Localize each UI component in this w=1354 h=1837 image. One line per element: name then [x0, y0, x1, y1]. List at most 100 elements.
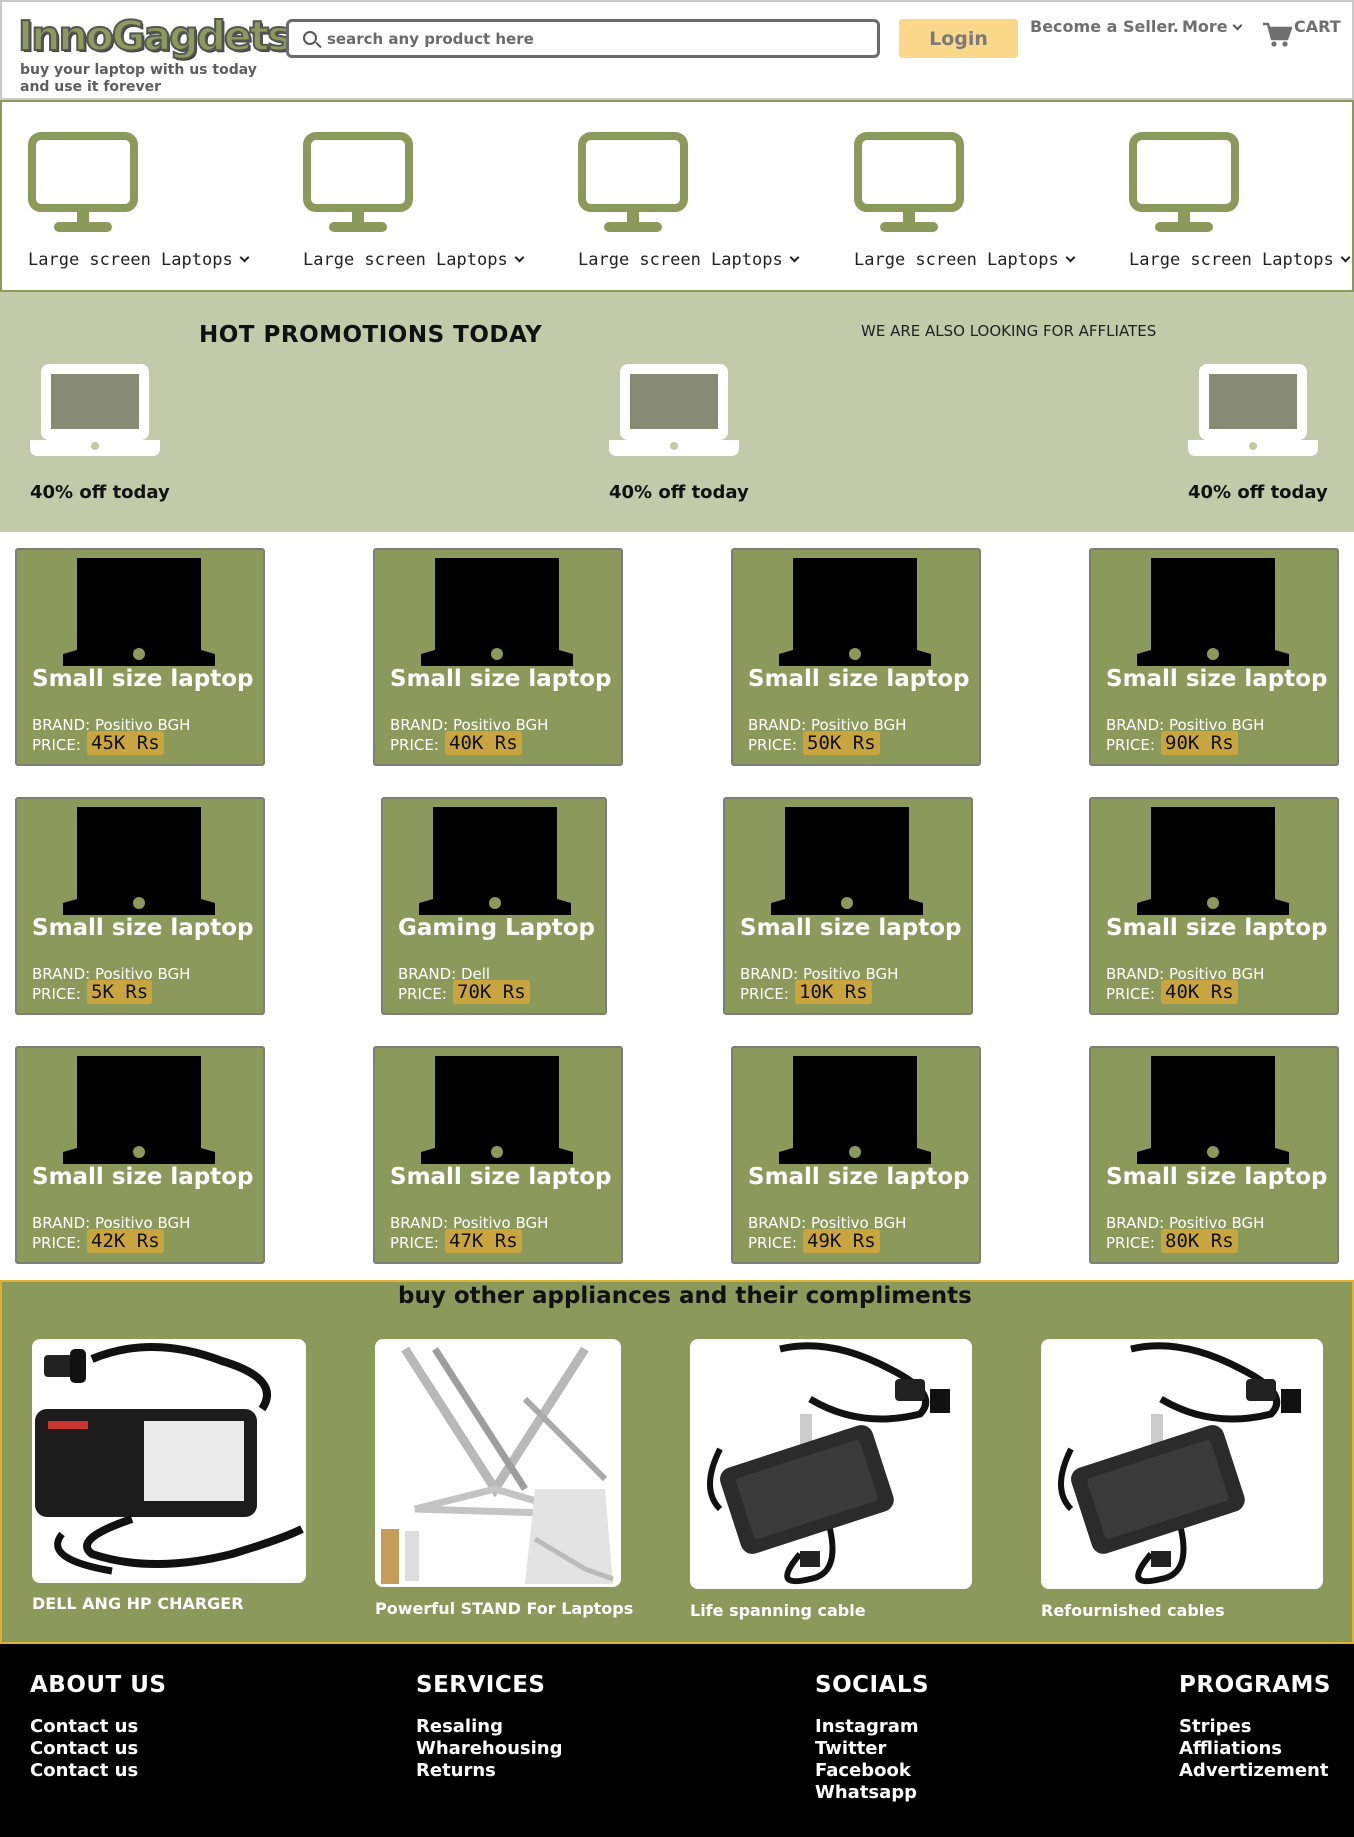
- price-label: PRICE:: [740, 985, 789, 1003]
- chevron-down-icon: [239, 252, 250, 263]
- product-title: Small size laptop: [1106, 915, 1328, 941]
- category-label[interactable]: Large screen Laptops: [854, 250, 1076, 270]
- laptop-icon: [421, 1056, 573, 1164]
- more-menu[interactable]: More: [1182, 17, 1243, 36]
- login-button[interactable]: Login: [899, 19, 1018, 58]
- product-title: Small size laptop: [1106, 666, 1328, 692]
- chevron-down-icon: [1065, 252, 1076, 263]
- product-card[interactable]: Small size laptop BRAND: Positivo BGH PR…: [1089, 1046, 1339, 1264]
- promo-text: 40% off today: [609, 482, 749, 503]
- product-price: 47K Rs: [445, 1229, 522, 1253]
- footer-link[interactable]: Contact us: [30, 1716, 167, 1738]
- appliance-caption: Powerful STAND For Laptops: [375, 1599, 634, 1618]
- become-seller-link[interactable]: Become a Seller.: [1030, 17, 1179, 36]
- product-card[interactable]: Small size laptop BRAND: Positivo BGH PR…: [373, 548, 623, 766]
- product-price: 90K Rs: [1161, 731, 1238, 755]
- price-label: PRICE:: [1106, 1234, 1155, 1252]
- category-item[interactable]: Large screen Laptops: [552, 132, 800, 282]
- product-card[interactable]: Small size laptop BRAND: Positivo BGH PR…: [731, 1046, 981, 1264]
- product-card[interactable]: Small size laptop BRAND: Positivo BGH PR…: [1089, 797, 1339, 1015]
- footer-link[interactable]: Contact us: [30, 1760, 167, 1782]
- product-card[interactable]: Gaming Laptop BRAND: Dell PRICE: 70K Rs: [381, 797, 607, 1015]
- laptop-icon: [1188, 364, 1318, 456]
- product-price: 70K Rs: [453, 980, 530, 1004]
- site-footer: ABOUT US Contact us Contact us Contact u…: [0, 1644, 1354, 1837]
- laptop-icon: [421, 558, 573, 666]
- cable-adapter-image[interactable]: [1041, 1339, 1323, 1589]
- category-item[interactable]: Large screen Laptops: [1103, 132, 1351, 282]
- chevron-down-icon: [789, 252, 800, 263]
- laptop-icon: [1137, 1056, 1289, 1164]
- product-card[interactable]: Small size laptop BRAND: Positivo BGH PR…: [373, 1046, 623, 1264]
- footer-column-socials: SOCIALS Instagram Twitter Facebook Whats…: [815, 1672, 929, 1804]
- product-title: Small size laptop: [1106, 1164, 1328, 1190]
- category-item[interactable]: Large screen Laptops: [828, 132, 1076, 282]
- product-card[interactable]: Small size laptop BRAND: Positivo BGH PR…: [1089, 548, 1339, 766]
- footer-link[interactable]: Advertizement: [1179, 1760, 1331, 1782]
- more-label: More: [1182, 17, 1228, 36]
- chevron-down-icon: [1232, 20, 1243, 31]
- cart-icon[interactable]: [1262, 22, 1294, 48]
- promotions-section: HOT PROMOTIONS TODAY WE ARE ALSO LOOKING…: [0, 292, 1354, 532]
- footer-link[interactable]: Instagram: [815, 1716, 929, 1738]
- category-item[interactable]: Large screen Laptops: [277, 132, 525, 282]
- laptop-icon: [771, 807, 923, 915]
- product-price: 42K Rs: [87, 1229, 164, 1253]
- product-card[interactable]: Small size laptop BRAND: Positivo BGH PR…: [723, 797, 973, 1015]
- product-card[interactable]: Small size laptop BRAND: Positivo BGH PR…: [731, 548, 981, 766]
- footer-link[interactable]: Affliations: [1179, 1738, 1331, 1760]
- cable-adapter-image[interactable]: [690, 1339, 972, 1589]
- chevron-down-icon: [514, 252, 525, 263]
- footer-link[interactable]: Whatsapp: [815, 1782, 929, 1804]
- affiliates-link[interactable]: WE ARE ALSO LOOKING FOR AFFLIATES: [861, 322, 1156, 340]
- product-price: 45K Rs: [87, 731, 164, 755]
- product-price: 80K Rs: [1161, 1229, 1238, 1253]
- price-label: PRICE:: [390, 736, 439, 754]
- category-label[interactable]: Large screen Laptops: [303, 250, 525, 270]
- product-card[interactable]: Small size laptop BRAND: Positivo BGH PR…: [15, 548, 265, 766]
- cart-link[interactable]: CART: [1294, 17, 1341, 36]
- footer-link[interactable]: Wharehousing: [416, 1738, 562, 1760]
- laptop-icon: [63, 807, 215, 915]
- laptop-icon: [63, 1056, 215, 1164]
- footer-link[interactable]: Twitter: [815, 1738, 929, 1760]
- footer-link[interactable]: Resaling: [416, 1716, 562, 1738]
- monitor-icon: [578, 132, 688, 232]
- product-card[interactable]: Small size laptop BRAND: Positivo BGH PR…: [15, 797, 265, 1015]
- site-header: InnoGagdets buy your laptop with us toda…: [0, 0, 1354, 100]
- search-icon[interactable]: [303, 31, 317, 45]
- product-price: 40K Rs: [445, 731, 522, 755]
- laptop-icon: [779, 558, 931, 666]
- site-logo[interactable]: InnoGagdets: [17, 11, 293, 61]
- footer-heading: PROGRAMS: [1179, 1672, 1331, 1698]
- footer-column-about: ABOUT US Contact us Contact us Contact u…: [30, 1672, 167, 1782]
- laptop-icon: [1137, 558, 1289, 666]
- price-label: PRICE:: [398, 985, 447, 1003]
- category-label[interactable]: Large screen Laptops: [578, 250, 800, 270]
- footer-link[interactable]: Stripes: [1179, 1716, 1331, 1738]
- product-card[interactable]: Small size laptop BRAND: Positivo BGH PR…: [15, 1046, 265, 1264]
- category-label[interactable]: Large screen Laptops: [1129, 250, 1351, 270]
- price-label: PRICE:: [748, 736, 797, 754]
- footer-link[interactable]: Facebook: [815, 1760, 929, 1782]
- category-label[interactable]: Large screen Laptops: [28, 250, 250, 270]
- monitor-icon: [1129, 132, 1239, 232]
- footer-column-services: SERVICES Resaling Wharehousing Returns: [416, 1672, 562, 1782]
- laptop-stand-image[interactable]: [375, 1339, 621, 1587]
- product-price: 40K Rs: [1161, 980, 1238, 1004]
- laptop-icon: [609, 364, 739, 456]
- product-title: Small size laptop: [390, 1164, 612, 1190]
- product-price: 50K Rs: [803, 731, 880, 755]
- footer-heading: SERVICES: [416, 1672, 546, 1698]
- search-input[interactable]: [327, 27, 867, 51]
- product-title: Small size laptop: [390, 666, 612, 692]
- laptop-icon: [779, 1056, 931, 1164]
- charger-image[interactable]: [32, 1339, 306, 1583]
- monitor-icon: [854, 132, 964, 232]
- footer-link[interactable]: Returns: [416, 1760, 562, 1782]
- product-price: 49K Rs: [803, 1229, 880, 1253]
- appliance-caption: DELL ANG HP CHARGER: [32, 1594, 244, 1613]
- search-box[interactable]: [286, 19, 880, 58]
- category-item[interactable]: Large screen Laptops: [2, 132, 250, 282]
- footer-link[interactable]: Contact us: [30, 1738, 167, 1760]
